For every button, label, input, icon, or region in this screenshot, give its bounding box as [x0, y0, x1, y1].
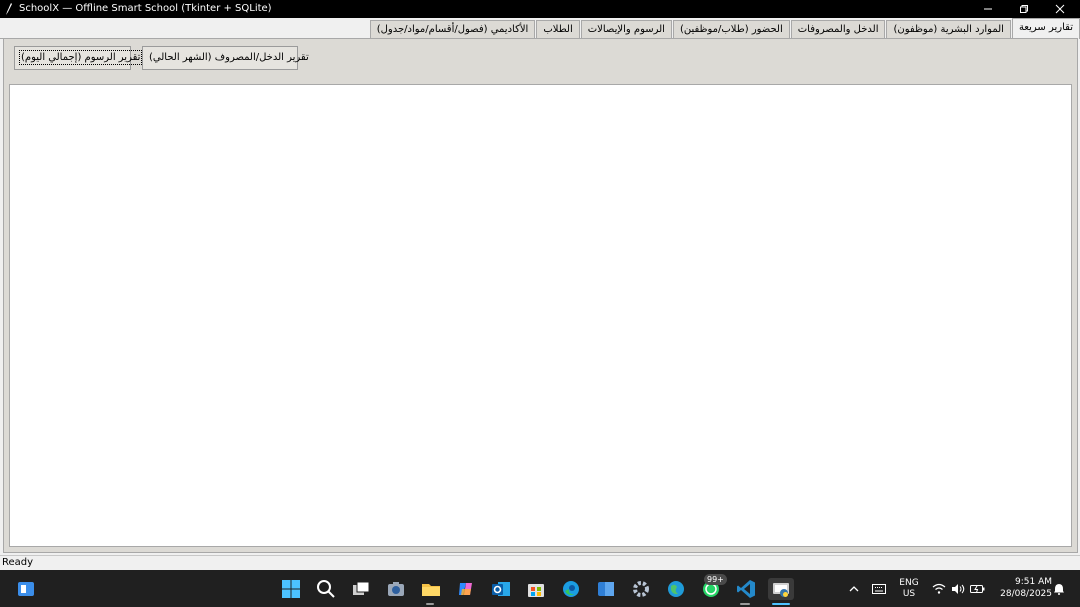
report-output-area[interactable]: [9, 84, 1072, 547]
fees-report-label: تقرير الرسوم (إجمالي اليوم): [18, 50, 143, 65]
notification-bell-icon[interactable]: [1052, 570, 1066, 607]
keyboard-layout: US: [902, 588, 916, 599]
tab-income-expenses[interactable]: الدخل والمصروفات: [790, 20, 886, 38]
taskbar-clock[interactable]: 9:51 AM 28/08/2025: [990, 576, 1052, 600]
widgets-icon[interactable]: [15, 578, 37, 600]
volume-icon[interactable]: [949, 570, 967, 607]
python-app-icon[interactable]: [768, 578, 794, 600]
clock-date: 28/08/2025: [1000, 589, 1052, 599]
status-bar: Ready: [0, 555, 1080, 570]
python-app-active-indicator: [772, 603, 790, 605]
file-explorer-icon[interactable]: [420, 578, 442, 600]
keyboard-icon[interactable]: [870, 570, 888, 607]
minimize-button[interactable]: [970, 0, 1006, 18]
globe-app-icon[interactable]: [665, 578, 687, 600]
tab-attendance[interactable]: الحضور (طلاب/موظفين): [672, 20, 790, 38]
fees-report-button[interactable]: تقرير الرسوم (إجمالي اليوم): [14, 46, 143, 70]
start-icon[interactable]: [280, 578, 302, 600]
outlook-icon[interactable]: [490, 578, 512, 600]
language-indicator[interactable]: ENG US: [895, 570, 923, 607]
wifi-icon[interactable]: [930, 570, 948, 607]
notification-badge: 99+: [704, 574, 727, 585]
tab-quick-reports[interactable]: تقارير سريعة: [1011, 18, 1080, 39]
tabbar-spacer: [0, 20, 369, 39]
vscode-icon[interactable]: [735, 578, 757, 600]
clock-time: 9:51 AM: [1015, 577, 1052, 587]
taskbar: 99+ ENG US 9:51 AM 28/08/2025: [0, 570, 1080, 607]
tab-fees-receipts[interactable]: الرسوم والإيصالات: [580, 20, 672, 38]
notebook-tabs: تقارير سريعة الموارد البشرية (موظفون) ال…: [0, 18, 1080, 39]
todo-icon[interactable]: [595, 578, 617, 600]
battery-icon[interactable]: [968, 570, 986, 607]
title-bar: SchoolX — Offline Smart School (Tkinter …: [0, 0, 1080, 18]
tab-hr[interactable]: الموارد البشرية (موظفون): [886, 20, 1011, 38]
income-expense-report-label: تقرير الدخل/المصروف (الشهر الحالي): [149, 52, 309, 63]
app-window: تقارير سريعة الموارد البشرية (موظفون) ال…: [0, 18, 1080, 570]
status-text: Ready: [2, 557, 34, 568]
tray-overflow-chevron-icon[interactable]: [845, 570, 863, 607]
language-code: ENG: [899, 577, 919, 588]
settings-icon[interactable]: [630, 578, 652, 600]
tab-academic[interactable]: الأكاديمي (فصول/أقسام/مواد/جدول): [369, 20, 536, 38]
income-expense-report-button[interactable]: تقرير الدخل/المصروف (الشهر الحالي): [142, 46, 309, 70]
task-view-icon[interactable]: [350, 578, 372, 600]
window-title: SchoolX — Offline Smart School (Tkinter …: [19, 3, 272, 14]
copilot-icon[interactable]: [455, 578, 477, 600]
search-icon[interactable]: [315, 578, 337, 600]
minimize-icon: [984, 8, 992, 10]
close-icon: [1055, 4, 1065, 14]
quick-reports-panel: تقرير الرسوم (إجمالي اليوم) تقرير الدخل/…: [3, 38, 1078, 553]
restore-icon: [1020, 5, 1028, 13]
camera-icon[interactable]: [385, 578, 407, 600]
feather-icon: [6, 3, 12, 15]
microsoft-store-icon[interactable]: [525, 578, 547, 600]
restore-button[interactable]: [1006, 0, 1042, 18]
explorer-running-indicator: [426, 603, 434, 605]
edge-icon[interactable]: [560, 578, 582, 600]
close-button[interactable]: [1042, 0, 1078, 18]
tab-students[interactable]: الطلاب: [536, 20, 580, 38]
vscode-running-indicator: [740, 603, 750, 605]
